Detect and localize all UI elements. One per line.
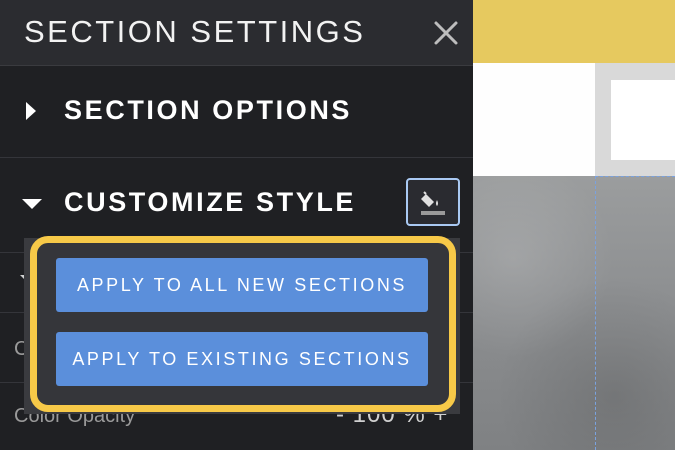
preview-section bbox=[473, 63, 595, 176]
section-options-row[interactable]: SECTION OPTIONS bbox=[0, 66, 473, 158]
layout-guide-vertical bbox=[595, 176, 596, 450]
panel-title: SECTION SETTINGS bbox=[24, 14, 366, 49]
paint-bucket-icon bbox=[421, 191, 445, 215]
layout-guide-horizontal bbox=[595, 176, 675, 177]
preview-background-image bbox=[473, 176, 675, 450]
preview-card bbox=[611, 80, 675, 160]
caret-down-icon bbox=[22, 199, 42, 209]
page-preview-canvas[interactable] bbox=[473, 0, 675, 450]
preview-header-bar bbox=[473, 0, 675, 63]
panel-header: SECTION SETTINGS bbox=[0, 0, 473, 66]
customize-style-label: CUSTOMIZE STYLE bbox=[64, 187, 357, 217]
close-icon bbox=[434, 21, 458, 45]
paint-bucket-button[interactable] bbox=[406, 178, 460, 226]
apply-to-existing-sections-button[interactable]: APPLY TO EXISTING SECTIONS bbox=[56, 332, 428, 386]
section-settings-panel: SECTION SETTINGS SECTION OPTIONS CUSTOMI… bbox=[0, 0, 473, 450]
caret-right-icon bbox=[26, 102, 36, 120]
section-options-label: SECTION OPTIONS bbox=[64, 95, 353, 125]
apply-style-popup: APPLY TO ALL NEW SECTIONS APPLY TO EXIST… bbox=[30, 236, 456, 412]
apply-to-all-new-sections-button[interactable]: APPLY TO ALL NEW SECTIONS bbox=[56, 258, 428, 312]
customize-style-row[interactable]: CUSTOMIZE STYLE bbox=[0, 158, 473, 238]
close-button[interactable] bbox=[430, 17, 462, 49]
